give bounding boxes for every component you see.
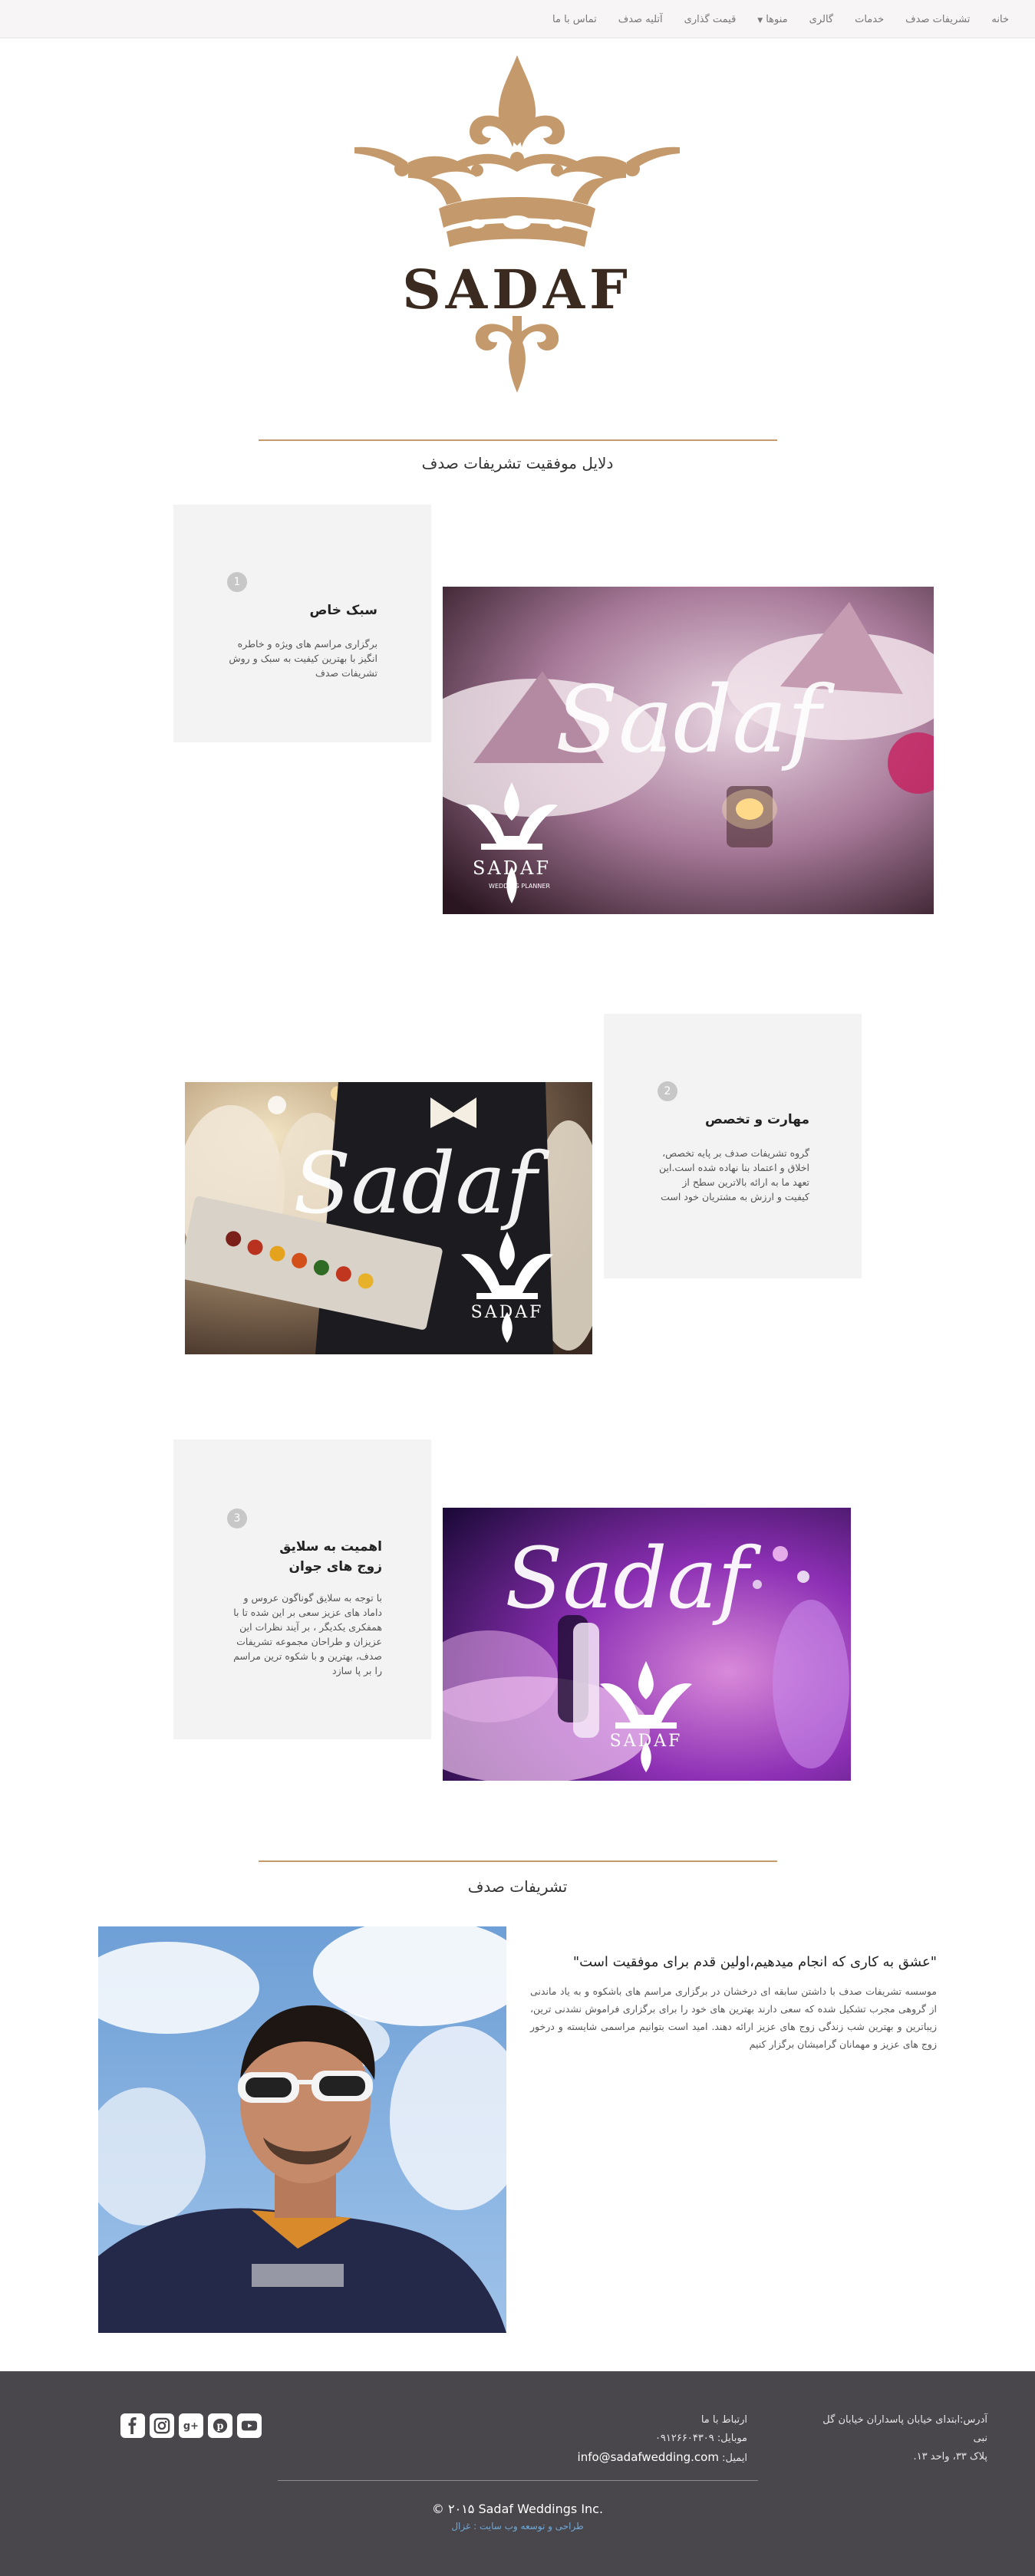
photo-logo-subtext: WEDDING PLANNER	[489, 883, 550, 890]
feature-title: مهارت و تخصص	[705, 1112, 809, 1127]
nav-item-about[interactable]: تشریفات صدف	[895, 14, 981, 25]
logo-wordmark: SADAF	[402, 258, 632, 321]
founder-portrait	[98, 1926, 506, 2333]
nav-menu: خانه تشریفات صدف خدمات گالری منوها▼ قیمت…	[542, 0, 1020, 38]
nav-item-menus-dropdown[interactable]: منوها▼	[747, 14, 798, 25]
feature-card-1: 1 سبک خاص برگزاری مراسم های ویژه و خاطره…	[173, 505, 431, 742]
nav-item-contact[interactable]: تماس با ما	[542, 14, 608, 25]
feature-photo-3: Sadaf SADAF	[443, 1508, 851, 1781]
photo-logo-text: SADAF	[473, 857, 551, 879]
caret-down-icon: ▼	[757, 16, 763, 25]
navbar: خانه تشریفات صدف خدمات گالری منوها▼ قیمت…	[0, 0, 1035, 38]
footer-copyright: © ۲۰۱۵ Sadaf Weddings Inc.	[431, 2502, 604, 2516]
photo-watermark-script: Sadaf	[293, 1134, 549, 1232]
section-divider	[259, 1860, 777, 1862]
youtube-icon[interactable]	[237, 2413, 262, 2438]
footer-divider	[278, 2480, 758, 2481]
site-footer: آدرس:ابتدای خیابان پاسداران خیابان گل نب…	[0, 2371, 1035, 2576]
photo-logo-text: SADAF	[610, 1732, 683, 1751]
nav-item-menus-label: منوها	[766, 13, 788, 25]
feature-text: گروه تشریفات صدف بر پایه تخصص، اخلاق و ا…	[658, 1147, 809, 1202]
footer-address: آدرس:ابتدای خیابان پاسداران خیابان گل نب…	[811, 2411, 987, 2466]
address-line-1: آدرس:ابتدای خیابان پاسداران خیابان گل نب…	[822, 2414, 987, 2444]
contact-label: ارتباط با ما	[700, 2414, 747, 2426]
feature-text: برگزاری مراسم های ویژه و خاطره انگیز با …	[229, 638, 377, 679]
feature-number-badge: 2	[658, 1081, 677, 1101]
footer-contact: ارتباط با ما موبایل: ۰۹۱۲۶۶۰۴۳۰۹ ایمیل: …	[571, 2411, 747, 2468]
photo-watermark-script: Sadaf	[555, 667, 836, 774]
nav-item-home[interactable]: خانه	[981, 14, 1020, 25]
feature-photo-1: Sadaf SADAF WEDDING PLANNER	[443, 587, 934, 914]
google-plus-icon[interactable]: g+	[179, 2413, 203, 2438]
svg-text:p: p	[217, 2421, 224, 2433]
footer-credit-link[interactable]: طراحی و توسعه وب سایت : غزال	[0, 2521, 1035, 2532]
feature-title: سبک خاص	[309, 603, 378, 618]
social-links: g+ p	[120, 2413, 262, 2438]
address-line-2: پلاک ۳۳، واحد ۱۳.	[913, 2451, 987, 2462]
feature-number-badge: 3	[227, 1508, 247, 1528]
svg-text:g+: g+	[183, 2421, 199, 2433]
section-divider	[259, 439, 777, 441]
section-title-about: تشریفات صدف	[467, 1877, 568, 1896]
contact-mobile: موبایل: ۰۹۱۲۶۶۰۴۳۰۹	[654, 2433, 747, 2444]
feature-photo-2: Sadaf SADAF	[185, 1082, 592, 1354]
nav-item-services[interactable]: خدمات	[844, 14, 895, 25]
email-link[interactable]: info@sadafwedding.com	[578, 2450, 719, 2464]
pinterest-icon[interactable]: p	[208, 2413, 232, 2438]
instagram-icon[interactable]	[150, 2413, 174, 2438]
about-text: موسسه تشریفات صدف با داشتن سابقه ای درخش…	[530, 1985, 937, 2050]
feature-text: با توجه به سلایق گوناگون عروس و داماد ها…	[233, 1592, 382, 1676]
photo-watermark-script: Sadaf	[505, 1529, 761, 1627]
email-label: ایمیل:	[722, 2453, 747, 2464]
feature-title: اهمیت به سلایق زوج های جوان	[279, 1539, 382, 1574]
nav-item-pricing[interactable]: قیمت گذاری	[674, 14, 747, 25]
feature-card-3: 3 اهمیت به سلایق زوج های جوان با توجه به…	[173, 1439, 431, 1739]
about-quote: "عشق به کاری که انجام میدهیم،اولین قدم ب…	[572, 1954, 937, 1970]
nav-item-gallery[interactable]: گالری	[799, 14, 844, 25]
feature-number-badge: 1	[227, 572, 247, 592]
section-title-reasons: دلایل موفقیت تشریفات صدف	[421, 454, 614, 472]
feature-card-2: 2 مهارت و تخصص گروه تشریفات صدف بر پایه …	[604, 1014, 862, 1278]
brand-logo: SADAF	[354, 55, 680, 393]
photo-logo-text: SADAF	[471, 1303, 544, 1322]
nav-item-studio[interactable]: آتلیه صدف	[608, 14, 674, 25]
facebook-icon[interactable]	[120, 2413, 145, 2438]
